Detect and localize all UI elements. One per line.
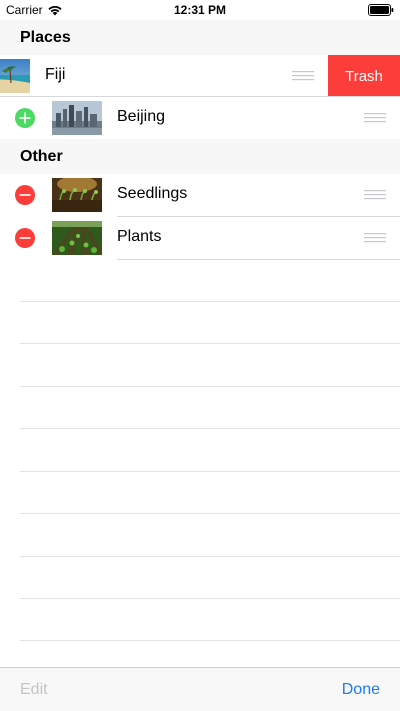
plants-field-thumbnail <box>52 221 102 255</box>
section-header-other: Other <box>0 139 400 175</box>
status-bar: Carrier 12:31 PM <box>0 0 400 20</box>
reorder-handle-icon[interactable] <box>364 190 386 200</box>
status-time: 12:31 PM <box>173 3 227 17</box>
fiji-beach-thumbnail <box>0 59 30 93</box>
delete-button[interactable] <box>15 185 35 205</box>
plus-circle-icon <box>15 108 35 128</box>
section-title: Other <box>20 148 63 165</box>
bottom-toolbar: Edit Done <box>0 667 400 711</box>
trash-button[interactable]: Trash <box>328 55 400 97</box>
list-item-beijing[interactable]: Beijing <box>0 97 400 139</box>
done-button[interactable]: Done <box>342 681 380 699</box>
battery-icon <box>368 4 394 16</box>
list-item-plants[interactable]: Plants <box>0 217 400 259</box>
reorder-handle-icon[interactable] <box>292 71 314 81</box>
reorder-handle-icon[interactable] <box>364 113 386 123</box>
minus-circle-icon <box>15 228 35 248</box>
seedlings-thumbnail <box>52 176 102 212</box>
empty-row-separator <box>20 598 400 599</box>
section-title: Places <box>20 29 71 46</box>
empty-row-separator <box>20 640 400 641</box>
insert-button[interactable] <box>15 108 35 128</box>
empty-row-separator <box>20 343 400 344</box>
empty-row-separator <box>20 386 400 387</box>
delete-button[interactable] <box>15 228 35 248</box>
empty-row-separator <box>20 471 400 472</box>
beijing-skyline-thumbnail <box>52 101 102 135</box>
list-item-seedlings[interactable]: Seedlings <box>0 174 400 216</box>
section-header-places: Places <box>0 20 400 56</box>
list-item-fiji[interactable]: Fiji Trash <box>0 55 400 97</box>
empty-row-separator <box>20 301 400 302</box>
minus-circle-icon <box>15 185 35 205</box>
reorder-handle-icon[interactable] <box>364 233 386 243</box>
edit-button[interactable]: Edit <box>20 681 48 699</box>
row-label: Fiji <box>45 66 66 83</box>
row-label: Plants <box>117 228 162 245</box>
row-separator <box>117 259 400 260</box>
empty-row-separator <box>20 513 400 514</box>
row-label: Seedlings <box>117 185 188 202</box>
row-label: Beijing <box>117 108 166 125</box>
empty-row-separator <box>20 428 400 429</box>
empty-row-separator <box>20 556 400 557</box>
